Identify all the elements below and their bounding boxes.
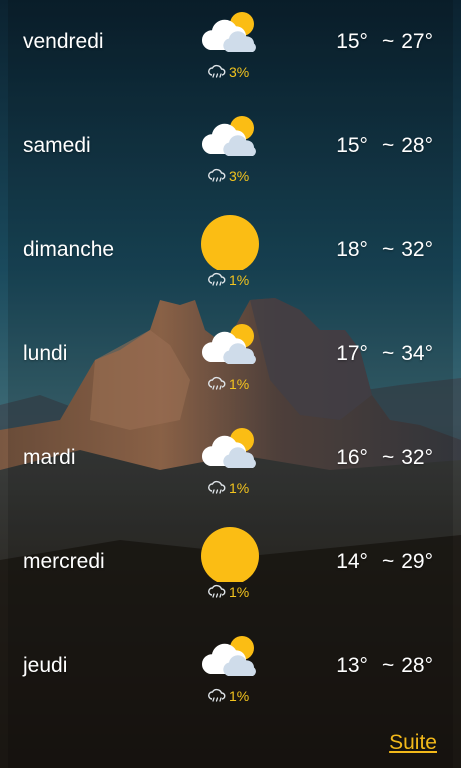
temperature-range: 17° ~34° [336,342,433,366]
rain-cloud-icon [208,272,229,288]
rain-cloud-icon [208,480,229,496]
day-name: dimanche [23,238,115,261]
temp-low: 15° [336,134,368,157]
temp-low: 15° [336,30,368,53]
rain-cloud-icon [208,688,229,704]
temp-separator: ~ [381,342,395,365]
temp-high: 32° [401,446,433,469]
temperature-range: 13° ~28° [336,654,433,678]
temperature-range: 16° ~32° [336,446,433,470]
temp-separator: ~ [381,238,395,261]
temp-low: 16° [336,446,368,469]
sun-icon [198,214,262,270]
precipitation: 3% [208,62,249,82]
partly-cloudy-icon [198,422,262,478]
forecast-row-samedi: samedi 3% 15° ~28° [0,106,461,210]
partly-cloudy-icon [198,630,262,686]
partly-cloudy-icon [198,110,262,166]
precipitation: 1% [208,270,249,290]
forecast-row-jeudi: jeudi 1% 13° ~28° [0,626,461,730]
day-name: vendredi [23,30,104,53]
precipitation-value: 1% [229,376,250,392]
temp-high: 27° [401,30,433,53]
precipitation-value: 1% [229,584,250,600]
temp-high: 28° [401,134,433,157]
temperature-range: 15° ~27° [336,30,433,54]
precipitation-value: 1% [229,688,250,704]
day-name: samedi [23,134,91,157]
temp-separator: ~ [381,30,395,53]
temp-low: 13° [336,654,368,677]
sun-icon [198,526,262,582]
partly-cloudy-icon [198,6,262,62]
temperature-range: 15° ~28° [336,134,433,158]
temp-high: 28° [401,654,433,677]
day-name: mercredi [23,550,105,573]
rain-cloud-icon [208,584,229,600]
rain-cloud-icon [208,64,229,80]
temperature-range: 14° ~29° [336,550,433,574]
forecast-row-lundi: lundi 1% 17° ~34° [0,314,461,418]
temp-low: 14° [336,550,368,573]
temp-high: 29° [401,550,433,573]
forecast-row-mardi: mardi 1% 16° ~32° [0,418,461,522]
partly-cloudy-icon [198,318,262,374]
precipitation: 1% [208,582,249,602]
precipitation-value: 3% [229,168,250,184]
day-name: lundi [23,342,68,365]
temp-separator: ~ [381,654,395,677]
temp-separator: ~ [381,134,395,157]
temperature-range: 18° ~32° [336,238,433,262]
temp-high: 34° [401,342,433,365]
forecast-row-dimanche: dimanche 1% 18° ~32° [0,210,461,314]
precipitation: 1% [208,374,249,394]
temp-separator: ~ [381,550,395,573]
precipitation: 1% [208,686,249,706]
temp-low: 18° [336,238,368,261]
day-name: mardi [23,446,76,469]
day-name: jeudi [23,654,68,677]
precipitation-value: 3% [229,64,250,80]
forecast-row-vendredi: vendredi 3% 15° ~27° [0,2,461,106]
more-link[interactable]: Suite [389,731,437,755]
temp-separator: ~ [381,446,395,469]
precipitation-value: 1% [229,480,250,496]
temp-high: 32° [401,238,433,261]
rain-cloud-icon [208,168,229,184]
precipitation: 1% [208,478,249,498]
precipitation-value: 1% [229,272,250,288]
rain-cloud-icon [208,376,229,392]
precipitation: 3% [208,166,249,186]
forecast-row-mercredi: mercredi 1% 14° ~29° [0,522,461,626]
temp-low: 17° [336,342,368,365]
